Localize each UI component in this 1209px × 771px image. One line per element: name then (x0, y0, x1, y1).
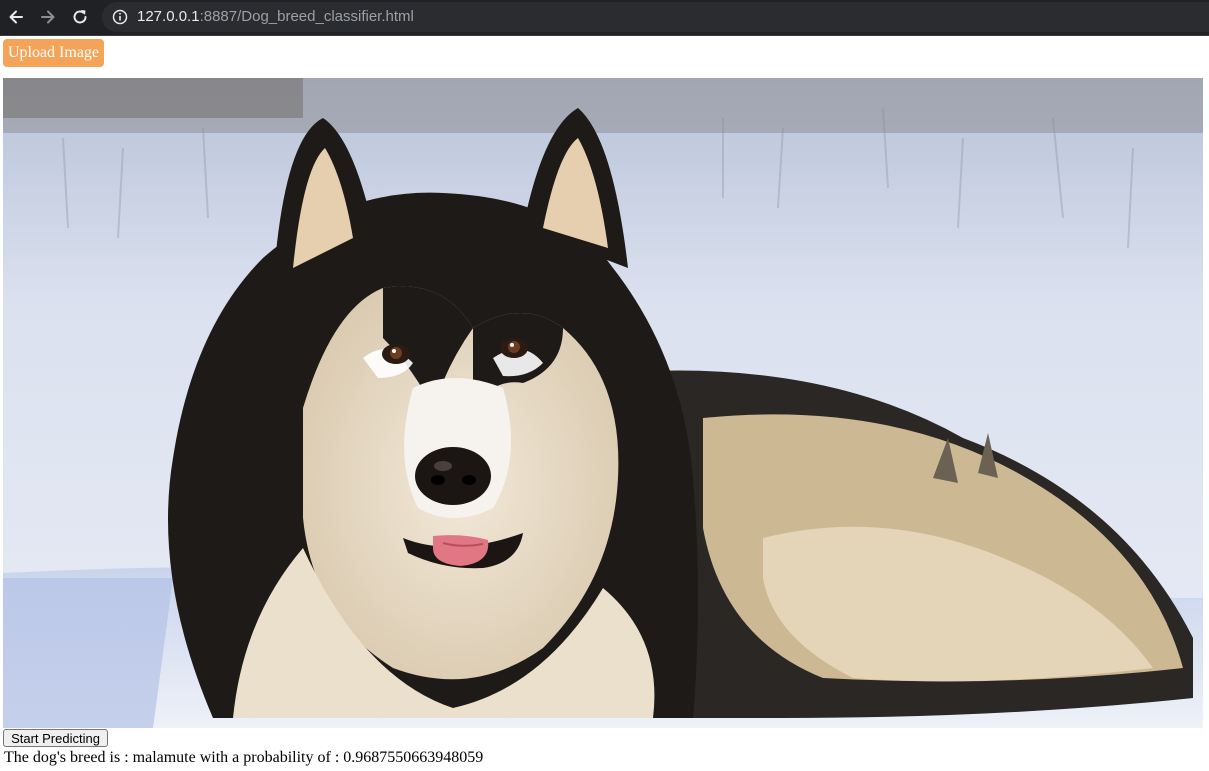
reload-icon (73, 10, 87, 24)
browser-toolbar: 127.0.0.1:8887/Dog_breed_classifier.html (0, 0, 1209, 36)
result-probability: 0.9687550663948059 (343, 749, 484, 766)
back-button[interactable] (6, 7, 26, 27)
url-host: 127.0.0.1 (137, 8, 200, 25)
result-mid: with a probability of : (195, 749, 344, 766)
address-bar[interactable]: 127.0.0.1:8887/Dog_breed_classifier.html (102, 2, 1209, 32)
result-breed: malamute (132, 749, 196, 766)
dog-image (3, 78, 1203, 728)
start-predicting-button[interactable]: Start Predicting (3, 729, 108, 747)
forward-button[interactable] (38, 7, 58, 27)
upload-image-button[interactable]: Upload Image (3, 39, 104, 67)
site-info-icon[interactable] (112, 9, 128, 25)
reload-button[interactable] (70, 7, 90, 27)
url-path: :8887/Dog_breed_classifier.html (199, 8, 414, 25)
url-text: 127.0.0.1:8887/Dog_breed_classifier.html (137, 8, 414, 26)
forward-arrow-icon (41, 10, 55, 24)
prediction-result: The dog's breed is : malamute with a pro… (4, 749, 483, 767)
back-arrow-icon (9, 10, 23, 24)
result-prefix: The dog's breed is : (4, 749, 133, 766)
